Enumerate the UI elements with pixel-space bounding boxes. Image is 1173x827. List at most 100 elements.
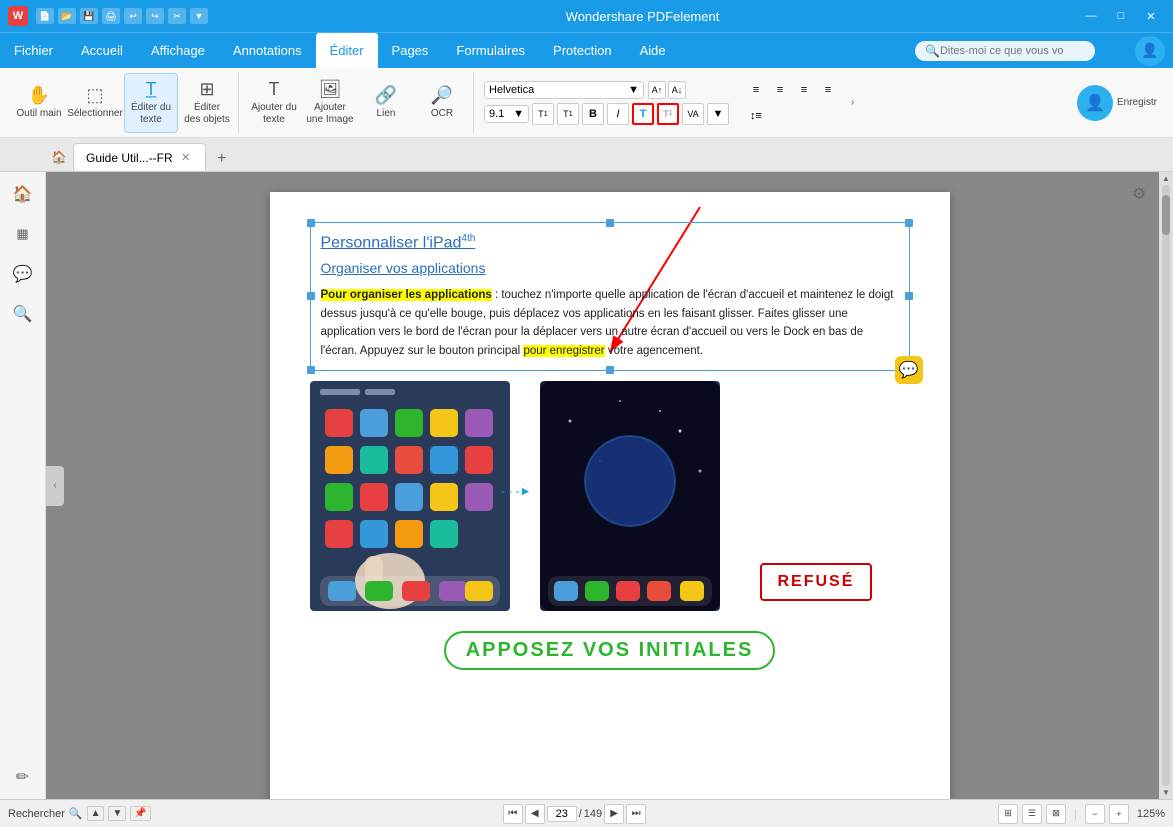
text-color-T-btn[interactable]: T <box>632 103 654 125</box>
search-status-icon[interactable]: 🔍 <box>69 807 83 820</box>
line-spacing-btn[interactable]: ↕≡ <box>745 105 767 127</box>
align-right-btn[interactable]: ≡ <box>793 79 815 101</box>
account-area: 👤 Enregistr <box>1077 85 1165 121</box>
tool-main-label: Outil main <box>16 108 61 120</box>
menu-editer[interactable]: Éditer <box>316 33 378 68</box>
toolbar-icon-more[interactable]: ✂ <box>168 8 186 24</box>
menu-pages[interactable]: Pages <box>378 33 443 68</box>
resize-bl[interactable] <box>307 366 315 374</box>
tool-select[interactable]: ⬚ Sélectionner <box>68 73 122 133</box>
font-size-dropdown[interactable]: 9.1 ▼ <box>484 105 529 123</box>
decrease-text-size-btn[interactable]: A↓ <box>668 81 686 99</box>
align-center-btn[interactable]: ≡ <box>769 79 791 101</box>
tool-edit-text[interactable]: T̲ Éditer du texte <box>124 73 178 133</box>
italic-btn[interactable]: I <box>607 103 629 125</box>
title-bar: W 📄 📂 💾 🖨 ↩ ↪ ✂ ▼ Wondershare PDFelement… <box>0 0 1173 32</box>
zoom-in-btn[interactable]: + <box>1109 804 1129 824</box>
menu-aide[interactable]: Aide <box>626 33 680 68</box>
resize-mr[interactable] <box>905 292 913 300</box>
comment-bubble[interactable]: 💬 <box>895 356 923 384</box>
menu-fichier[interactable]: Fichier <box>0 33 67 68</box>
toolbar-icon-redo[interactable]: ↪ <box>146 8 164 24</box>
text-color-T2-btn[interactable]: T1 <box>657 103 679 125</box>
tab-close-btn[interactable]: ✕ <box>179 151 193 165</box>
account-avatar[interactable]: 👤 <box>1077 85 1113 121</box>
search-down-icon[interactable]: ▼ <box>108 806 126 821</box>
view-btn-3[interactable]: ⊠ <box>1046 804 1066 824</box>
close-button[interactable]: ✕ <box>1137 6 1165 26</box>
view-btn-1[interactable]: ⊞ <box>998 804 1018 824</box>
scroll-up-arrow[interactable]: ▲ <box>1162 174 1170 183</box>
right-scrollbar[interactable]: ▲ ▼ <box>1159 172 1173 799</box>
tool-link[interactable]: 🔗 Lien <box>359 73 413 133</box>
toolbar-icon-undo[interactable]: ↩ <box>124 8 142 24</box>
toolbar-icon-print[interactable]: 🖨 <box>102 8 120 24</box>
resize-tr[interactable] <box>905 219 913 227</box>
sidebar-icon-home[interactable]: 🏠 <box>9 180 37 208</box>
pdf-tab[interactable]: Guide Util...--FR ✕ <box>73 143 206 171</box>
menu-affichage[interactable]: Affichage <box>137 33 219 68</box>
char-spacing-btn[interactable]: VA <box>682 103 704 125</box>
toolbar-expand[interactable]: › <box>849 97 865 108</box>
resize-ml[interactable] <box>307 292 315 300</box>
nav-next-btn[interactable]: ▶ <box>604 804 624 824</box>
tool-edit-objects-label: Éditer des objets <box>184 102 230 126</box>
resize-tm[interactable] <box>606 219 614 227</box>
sidebar-icon-search[interactable]: 🔍 <box>9 300 37 328</box>
sidebar-icon-comments[interactable]: 💬 <box>9 260 37 288</box>
tab-add-btn[interactable]: + <box>210 147 234 171</box>
font-size: 9.1 <box>489 108 504 120</box>
account-button[interactable]: 👤 <box>1135 36 1165 66</box>
scroll-track[interactable] <box>1162 185 1170 786</box>
status-bar: Rechercher 🔍 ▲ ▼ 📌 ⏮ ◀ / 149 ▶ ⏭ ⊞ ☰ ⊠ |… <box>0 799 1173 827</box>
resize-tl[interactable] <box>307 219 315 227</box>
menu-protection[interactable]: Protection <box>539 33 626 68</box>
toolbar-icon-down[interactable]: ▼ <box>190 8 208 24</box>
view-btn-2[interactable]: ☰ <box>1022 804 1042 824</box>
nav-last-btn[interactable]: ⏭ <box>626 804 646 824</box>
expand-icon[interactable]: › <box>851 97 854 108</box>
search-up-icon[interactable]: ▲ <box>87 806 105 821</box>
resize-bm[interactable] <box>606 366 614 374</box>
minimize-button[interactable]: — <box>1077 6 1105 26</box>
page-input[interactable] <box>547 806 577 822</box>
menu-annotations[interactable]: Annotations <box>219 33 316 68</box>
window-controls: — □ ✕ <box>1077 6 1165 26</box>
text-block-selected[interactable]: Personnaliser l'iPad4th Organiser vos ap… <box>310 222 910 371</box>
search-input[interactable] <box>940 45 1080 57</box>
nav-prev-btn[interactable]: ◀ <box>525 804 545 824</box>
search-pin-icon[interactable]: 📌 <box>130 806 150 821</box>
search-box[interactable]: 🔍 <box>915 41 1095 61</box>
font-dropdown[interactable]: Helvetica ▼ <box>484 81 644 99</box>
tool-add-text[interactable]: T Ajouter du texte <box>247 73 301 133</box>
subscript-btn[interactable]: T1 <box>557 103 579 125</box>
home-tab-icon[interactable]: 🏠 <box>45 143 73 171</box>
scroll-thumb[interactable] <box>1162 195 1170 235</box>
maximize-button[interactable]: □ <box>1107 6 1135 26</box>
tool-add-image[interactable]: 🖼 Ajouter une Image <box>303 73 357 133</box>
tool-main[interactable]: ✋ Outil main <box>12 73 66 133</box>
tool-ocr[interactable]: 🔎 OCR <box>415 73 469 133</box>
toolbar-icon-open[interactable]: 📂 <box>58 8 76 24</box>
toolbar-icon-save[interactable]: 💾 <box>80 8 98 24</box>
align-left-btn[interactable]: ≡ <box>745 79 767 101</box>
menu-accueil[interactable]: Accueil <box>67 33 137 68</box>
more-btn[interactable]: ▼ <box>707 103 729 125</box>
collapse-panel-btn[interactable]: ‹ <box>46 466 64 506</box>
tool-edit-objects[interactable]: ⊞ Éditer des objets <box>180 73 234 133</box>
superscript-label: 4th <box>461 233 475 244</box>
bold-btn[interactable]: B <box>582 103 604 125</box>
superscript-btn[interactable]: T1 <box>532 103 554 125</box>
zoom-out-btn[interactable]: − <box>1085 804 1105 824</box>
font-name: Helvetica <box>489 84 534 96</box>
scroll-down-arrow[interactable]: ▼ <box>1162 788 1170 797</box>
nav-first-btn[interactable]: ⏮ <box>503 804 523 824</box>
sidebar-icon-thumbnails[interactable]: ▦ <box>9 220 37 248</box>
toolbar-icon-new[interactable]: 📄 <box>36 8 54 24</box>
menu-formulaires[interactable]: Formulaires <box>442 33 539 68</box>
sidebar-icon-edit[interactable]: ✏ <box>9 763 37 791</box>
settings-icon[interactable]: ⚙ <box>1125 180 1153 208</box>
format-row2: 9.1 ▼ T1 T1 B I T T1 VA ▼ <box>484 103 729 125</box>
align-justify-btn[interactable]: ≡ <box>817 79 839 101</box>
increase-text-size-btn[interactable]: A↑ <box>648 81 666 99</box>
